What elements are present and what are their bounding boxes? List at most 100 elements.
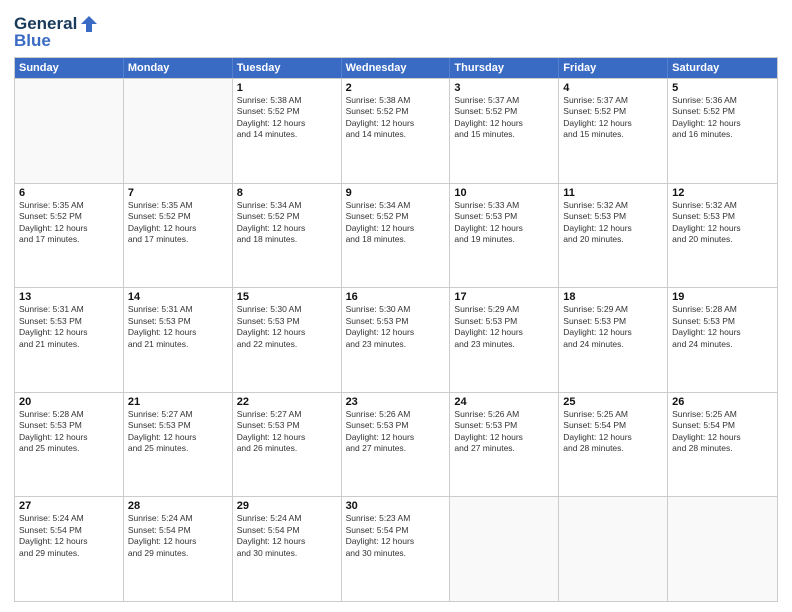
logo-blue: Blue (14, 31, 99, 51)
day-number: 18 (563, 291, 663, 303)
weekday-header-sunday: Sunday (15, 58, 124, 78)
day-info: Sunrise: 5:32 AM Sunset: 5:53 PM Dayligh… (563, 200, 663, 246)
day-number: 23 (346, 396, 446, 408)
weekday-header-friday: Friday (559, 58, 668, 78)
weekday-header-monday: Monday (124, 58, 233, 78)
day-number: 8 (237, 187, 337, 199)
day-cell-20: 20Sunrise: 5:28 AM Sunset: 5:53 PM Dayli… (15, 393, 124, 497)
day-number: 17 (454, 291, 554, 303)
day-cell-empty (668, 497, 777, 601)
day-number: 15 (237, 291, 337, 303)
day-number: 14 (128, 291, 228, 303)
day-info: Sunrise: 5:31 AM Sunset: 5:53 PM Dayligh… (128, 304, 228, 350)
day-cell-21: 21Sunrise: 5:27 AM Sunset: 5:53 PM Dayli… (124, 393, 233, 497)
day-cell-27: 27Sunrise: 5:24 AM Sunset: 5:54 PM Dayli… (15, 497, 124, 601)
weekday-header-tuesday: Tuesday (233, 58, 342, 78)
day-number: 12 (672, 187, 773, 199)
day-info: Sunrise: 5:27 AM Sunset: 5:53 PM Dayligh… (237, 409, 337, 455)
day-cell-7: 7Sunrise: 5:35 AM Sunset: 5:52 PM Daylig… (124, 184, 233, 288)
page: General Blue SundayMondayTuesdayWednesda… (0, 0, 792, 612)
day-info: Sunrise: 5:36 AM Sunset: 5:52 PM Dayligh… (672, 95, 773, 141)
day-number: 20 (19, 396, 119, 408)
day-info: Sunrise: 5:34 AM Sunset: 5:52 PM Dayligh… (346, 200, 446, 246)
calendar-row-1: 1Sunrise: 5:38 AM Sunset: 5:52 PM Daylig… (15, 78, 777, 183)
calendar-row-3: 13Sunrise: 5:31 AM Sunset: 5:53 PM Dayli… (15, 287, 777, 392)
day-info: Sunrise: 5:37 AM Sunset: 5:52 PM Dayligh… (563, 95, 663, 141)
day-cell-4: 4Sunrise: 5:37 AM Sunset: 5:52 PM Daylig… (559, 79, 668, 183)
day-number: 27 (19, 500, 119, 512)
day-info: Sunrise: 5:31 AM Sunset: 5:53 PM Dayligh… (19, 304, 119, 350)
day-number: 24 (454, 396, 554, 408)
day-number: 2 (346, 82, 446, 94)
day-cell-19: 19Sunrise: 5:28 AM Sunset: 5:53 PM Dayli… (668, 288, 777, 392)
day-cell-8: 8Sunrise: 5:34 AM Sunset: 5:52 PM Daylig… (233, 184, 342, 288)
day-number: 9 (346, 187, 446, 199)
day-cell-empty (559, 497, 668, 601)
day-info: Sunrise: 5:29 AM Sunset: 5:53 PM Dayligh… (454, 304, 554, 350)
weekday-header-wednesday: Wednesday (342, 58, 451, 78)
day-cell-13: 13Sunrise: 5:31 AM Sunset: 5:53 PM Dayli… (15, 288, 124, 392)
day-info: Sunrise: 5:24 AM Sunset: 5:54 PM Dayligh… (237, 513, 337, 559)
day-info: Sunrise: 5:29 AM Sunset: 5:53 PM Dayligh… (563, 304, 663, 350)
day-number: 30 (346, 500, 446, 512)
day-info: Sunrise: 5:27 AM Sunset: 5:53 PM Dayligh… (128, 409, 228, 455)
logo: General Blue (14, 14, 99, 51)
calendar-header: SundayMondayTuesdayWednesdayThursdayFrid… (15, 58, 777, 78)
day-cell-1: 1Sunrise: 5:38 AM Sunset: 5:52 PM Daylig… (233, 79, 342, 183)
day-number: 10 (454, 187, 554, 199)
day-cell-17: 17Sunrise: 5:29 AM Sunset: 5:53 PM Dayli… (450, 288, 559, 392)
day-info: Sunrise: 5:23 AM Sunset: 5:54 PM Dayligh… (346, 513, 446, 559)
day-info: Sunrise: 5:35 AM Sunset: 5:52 PM Dayligh… (128, 200, 228, 246)
day-cell-10: 10Sunrise: 5:33 AM Sunset: 5:53 PM Dayli… (450, 184, 559, 288)
day-number: 29 (237, 500, 337, 512)
day-cell-11: 11Sunrise: 5:32 AM Sunset: 5:53 PM Dayli… (559, 184, 668, 288)
day-cell-30: 30Sunrise: 5:23 AM Sunset: 5:54 PM Dayli… (342, 497, 451, 601)
day-number: 1 (237, 82, 337, 94)
day-info: Sunrise: 5:24 AM Sunset: 5:54 PM Dayligh… (19, 513, 119, 559)
day-number: 25 (563, 396, 663, 408)
day-cell-23: 23Sunrise: 5:26 AM Sunset: 5:53 PM Dayli… (342, 393, 451, 497)
day-cell-6: 6Sunrise: 5:35 AM Sunset: 5:52 PM Daylig… (15, 184, 124, 288)
day-number: 19 (672, 291, 773, 303)
day-cell-empty (15, 79, 124, 183)
day-cell-16: 16Sunrise: 5:30 AM Sunset: 5:53 PM Dayli… (342, 288, 451, 392)
day-number: 4 (563, 82, 663, 94)
calendar-row-2: 6Sunrise: 5:35 AM Sunset: 5:52 PM Daylig… (15, 183, 777, 288)
day-info: Sunrise: 5:35 AM Sunset: 5:52 PM Dayligh… (19, 200, 119, 246)
day-cell-5: 5Sunrise: 5:36 AM Sunset: 5:52 PM Daylig… (668, 79, 777, 183)
day-info: Sunrise: 5:34 AM Sunset: 5:52 PM Dayligh… (237, 200, 337, 246)
day-info: Sunrise: 5:38 AM Sunset: 5:52 PM Dayligh… (237, 95, 337, 141)
weekday-header-saturday: Saturday (668, 58, 777, 78)
day-info: Sunrise: 5:32 AM Sunset: 5:53 PM Dayligh… (672, 200, 773, 246)
day-info: Sunrise: 5:38 AM Sunset: 5:52 PM Dayligh… (346, 95, 446, 141)
day-cell-empty (450, 497, 559, 601)
day-number: 7 (128, 187, 228, 199)
day-number: 16 (346, 291, 446, 303)
day-number: 6 (19, 187, 119, 199)
day-cell-empty (124, 79, 233, 183)
weekday-header-thursday: Thursday (450, 58, 559, 78)
day-cell-28: 28Sunrise: 5:24 AM Sunset: 5:54 PM Dayli… (124, 497, 233, 601)
header: General Blue (14, 10, 778, 51)
day-info: Sunrise: 5:26 AM Sunset: 5:53 PM Dayligh… (454, 409, 554, 455)
day-info: Sunrise: 5:28 AM Sunset: 5:53 PM Dayligh… (672, 304, 773, 350)
day-number: 26 (672, 396, 773, 408)
calendar-row-4: 20Sunrise: 5:28 AM Sunset: 5:53 PM Dayli… (15, 392, 777, 497)
day-number: 5 (672, 82, 773, 94)
day-info: Sunrise: 5:28 AM Sunset: 5:53 PM Dayligh… (19, 409, 119, 455)
day-info: Sunrise: 5:25 AM Sunset: 5:54 PM Dayligh… (672, 409, 773, 455)
day-info: Sunrise: 5:37 AM Sunset: 5:52 PM Dayligh… (454, 95, 554, 141)
day-cell-22: 22Sunrise: 5:27 AM Sunset: 5:53 PM Dayli… (233, 393, 342, 497)
calendar: SundayMondayTuesdayWednesdayThursdayFrid… (14, 57, 778, 602)
day-cell-2: 2Sunrise: 5:38 AM Sunset: 5:52 PM Daylig… (342, 79, 451, 183)
day-number: 3 (454, 82, 554, 94)
day-cell-3: 3Sunrise: 5:37 AM Sunset: 5:52 PM Daylig… (450, 79, 559, 183)
day-number: 22 (237, 396, 337, 408)
day-cell-9: 9Sunrise: 5:34 AM Sunset: 5:52 PM Daylig… (342, 184, 451, 288)
calendar-body: 1Sunrise: 5:38 AM Sunset: 5:52 PM Daylig… (15, 78, 777, 601)
day-cell-14: 14Sunrise: 5:31 AM Sunset: 5:53 PM Dayli… (124, 288, 233, 392)
day-info: Sunrise: 5:25 AM Sunset: 5:54 PM Dayligh… (563, 409, 663, 455)
day-cell-15: 15Sunrise: 5:30 AM Sunset: 5:53 PM Dayli… (233, 288, 342, 392)
day-cell-25: 25Sunrise: 5:25 AM Sunset: 5:54 PM Dayli… (559, 393, 668, 497)
day-info: Sunrise: 5:26 AM Sunset: 5:53 PM Dayligh… (346, 409, 446, 455)
